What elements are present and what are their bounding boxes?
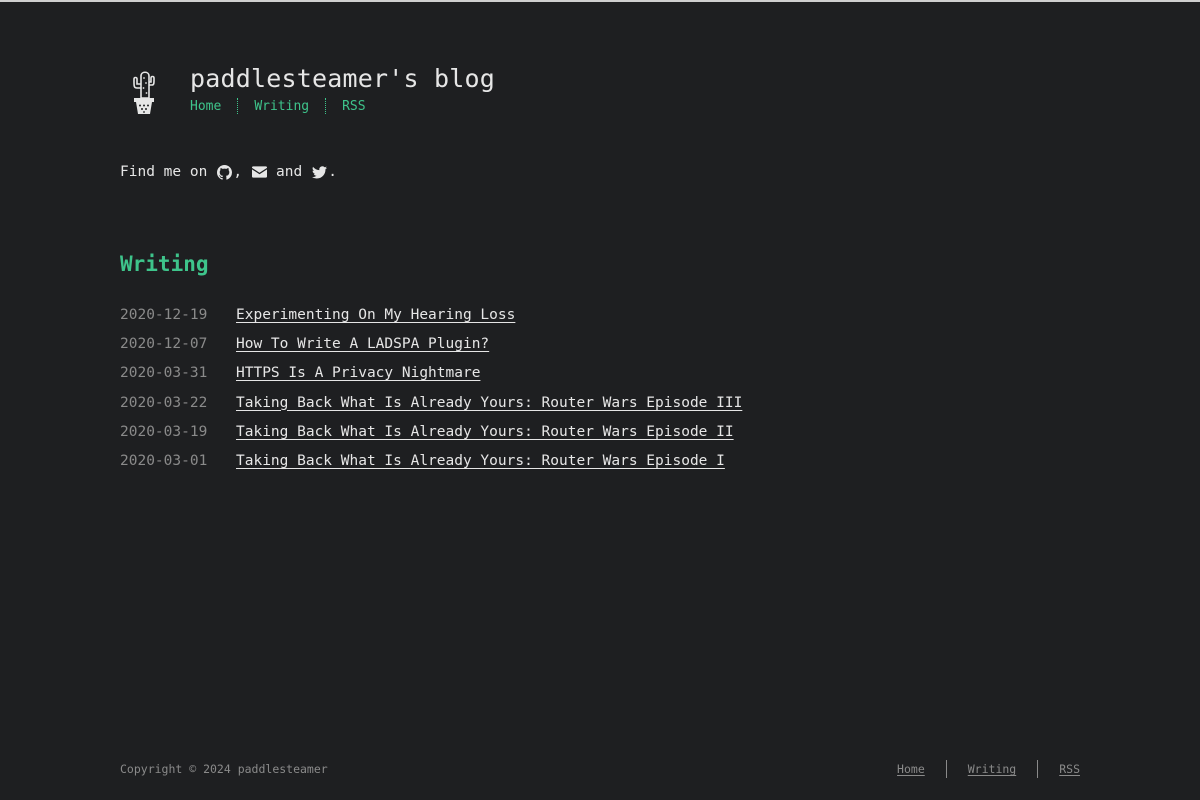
post-link[interactable]: HTTPS Is A Privacy Nightmare <box>236 365 480 381</box>
post-date: 2020-03-01 <box>120 453 208 470</box>
nav-home-link[interactable]: Home <box>190 99 221 114</box>
post-date: 2020-03-31 <box>120 365 208 382</box>
post-link[interactable]: Taking Back What Is Already Yours: Route… <box>236 424 734 440</box>
cactus-icon[interactable] <box>128 68 160 116</box>
post-date: 2020-03-22 <box>120 394 208 411</box>
twitter-icon[interactable] <box>311 164 327 180</box>
post-link[interactable]: Taking Back What Is Already Yours: Route… <box>236 395 742 411</box>
period-text: . <box>328 164 337 180</box>
findme-text: Find me on <box>120 164 208 180</box>
footer-home-link[interactable]: Home <box>897 762 925 776</box>
nav-divider <box>325 98 327 114</box>
post-link[interactable]: Taking Back What Is Already Yours: Route… <box>236 453 725 469</box>
social-links: Find me on , and . <box>120 164 337 180</box>
list-item: 2020-12-07 How To Write A LADSPA Plugin? <box>120 329 742 358</box>
footer-rss-link[interactable]: RSS <box>1059 762 1080 776</box>
and-text: and <box>276 164 303 180</box>
post-date: 2020-12-19 <box>120 306 208 323</box>
post-date: 2020-03-19 <box>120 423 208 440</box>
post-date: 2020-12-07 <box>120 335 208 352</box>
footer-divider <box>945 760 947 778</box>
footer-divider <box>1037 760 1039 778</box>
copyright-text: Copyright © 2024 paddlesteamer <box>120 762 328 776</box>
post-link[interactable]: How To Write A LADSPA Plugin? <box>236 336 489 352</box>
footer-writing-link[interactable]: Writing <box>968 762 1016 776</box>
list-item: 2020-12-19 Experimenting On My Hearing L… <box>120 300 742 329</box>
page: paddlesteamer's blog Home Writing RSS Fi… <box>0 0 1200 800</box>
writing-heading: Writing <box>120 252 209 276</box>
site-title[interactable]: paddlesteamer's blog <box>190 64 495 93</box>
github-icon[interactable] <box>216 164 232 180</box>
footer-nav: Home Writing RSS <box>897 760 1080 778</box>
nav-divider <box>237 98 239 114</box>
post-link[interactable]: Experimenting On My Hearing Loss <box>236 307 515 323</box>
comma-text: , <box>233 164 243 180</box>
nav-writing-link[interactable]: Writing <box>254 99 309 114</box>
list-item: 2020-03-01 Taking Back What Is Already Y… <box>120 446 742 475</box>
list-item: 2020-03-31 HTTPS Is A Privacy Nightmare <box>120 359 742 388</box>
post-list: 2020-12-19 Experimenting On My Hearing L… <box>120 300 742 476</box>
top-border <box>0 0 1200 2</box>
header-nav: Home Writing RSS <box>190 98 366 114</box>
nav-rss-link[interactable]: RSS <box>342 99 365 114</box>
envelope-icon[interactable] <box>251 164 267 180</box>
list-item: 2020-03-22 Taking Back What Is Already Y… <box>120 388 742 417</box>
list-item: 2020-03-19 Taking Back What Is Already Y… <box>120 417 742 446</box>
